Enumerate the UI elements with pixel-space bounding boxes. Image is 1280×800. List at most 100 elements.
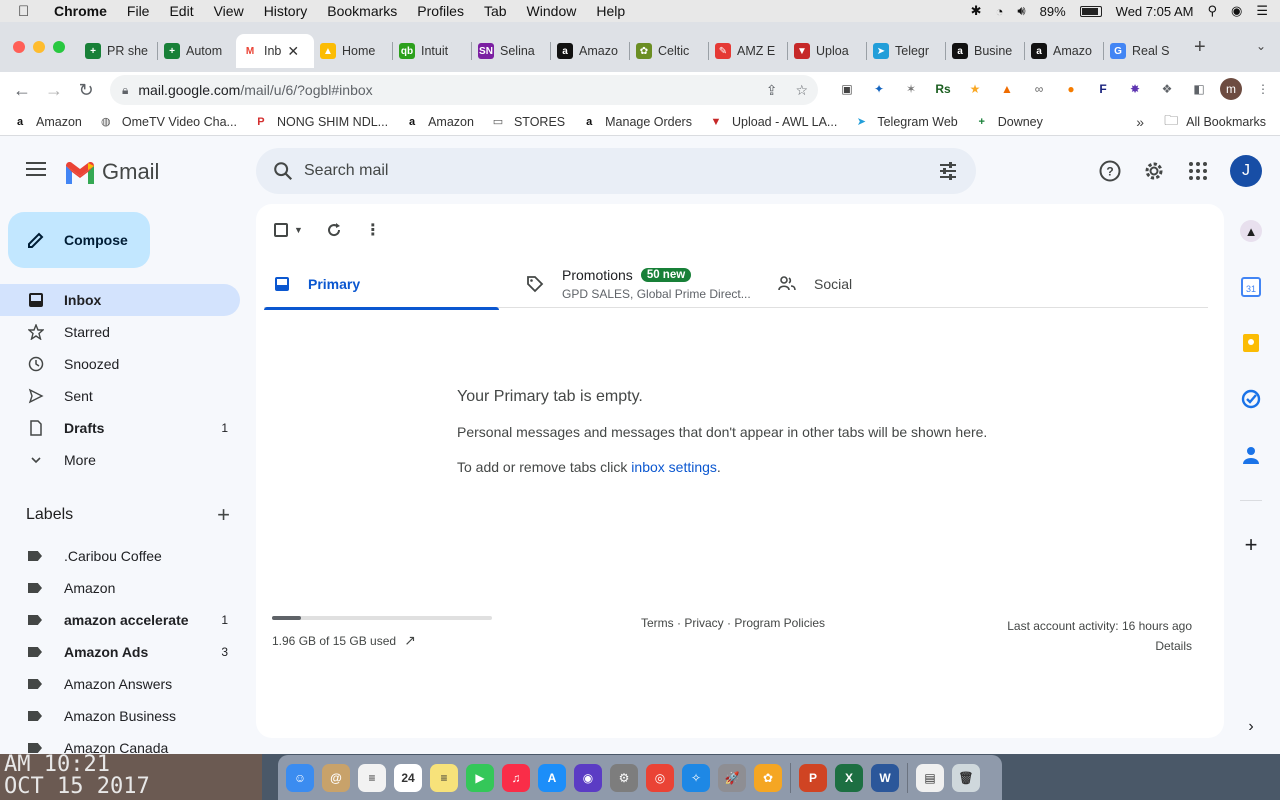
bookmarks-overflow-button[interactable]: » [1136, 114, 1144, 130]
inbox-settings-link[interactable]: inbox settings [631, 459, 717, 475]
more-options-icon[interactable]: ⋮ [365, 220, 381, 240]
all-bookmarks-button[interactable]: 🗀 All Bookmarks [1164, 110, 1266, 134]
new-tab-button[interactable]: + [1194, 36, 1206, 59]
menu-help[interactable]: Help [596, 3, 625, 19]
main-menu-icon[interactable] [26, 162, 46, 180]
dock-app-calendar-icon[interactable]: 24 [394, 763, 422, 792]
dock-app-safari-icon[interactable]: ✧ [682, 763, 710, 792]
bookmark-item[interactable]: ▼ Upload - AWL LA... [708, 114, 838, 130]
reload-button[interactable]: ↻ [70, 80, 102, 101]
account-avatar[interactable]: J [1230, 155, 1262, 187]
menu-window[interactable]: Window [527, 3, 577, 19]
search-options-icon[interactable] [938, 161, 958, 181]
nav-item-snoozed[interactable]: Snoozed [0, 348, 240, 380]
nav-item-more[interactable]: More [0, 444, 240, 476]
nav-item-drafts[interactable]: Drafts 1 [0, 412, 240, 444]
zoom-window-button[interactable] [53, 41, 65, 53]
extension-rs-icon[interactable]: Rs [932, 78, 954, 100]
close-window-button[interactable] [13, 41, 25, 53]
label-item[interactable]: .Caribou Coffee [0, 540, 240, 572]
extension-f-icon[interactable]: F [1092, 78, 1114, 100]
create-label-button[interactable]: + [217, 502, 230, 528]
search-input[interactable]: Search mail [256, 148, 976, 194]
browser-tab[interactable]: ➤ Telegr [867, 34, 945, 68]
settings-gear-icon[interactable] [1142, 159, 1166, 183]
addon-ghost-icon[interactable]: ▲ [1240, 220, 1262, 242]
dock-app-document-icon[interactable]: ▤ [916, 763, 944, 792]
extension-purple-icon[interactable]: ✸ [1124, 78, 1146, 100]
menu-history[interactable]: History [264, 3, 308, 19]
nav-item-sent[interactable]: Sent [0, 380, 240, 412]
browser-tab[interactable]: ▼ Uploa [788, 34, 866, 68]
spotlight-search-icon[interactable]: ⚲ [1207, 3, 1217, 19]
extension-off-icon[interactable]: ▣ [836, 78, 858, 100]
bookmark-star-icon[interactable]: ☆ [795, 82, 808, 99]
battery-icon[interactable] [1079, 5, 1102, 17]
refresh-icon[interactable] [325, 221, 343, 239]
tab-close-icon[interactable]: ✕ [287, 43, 299, 60]
google-apps-icon[interactable] [1186, 159, 1210, 183]
dock-app-powerpoint-icon[interactable]: P [799, 763, 827, 792]
volume-icon[interactable]: 🔊︎ [1017, 3, 1025, 19]
dock-app-reminders-icon[interactable]: ≡ [358, 763, 386, 792]
back-button[interactable]: ← [6, 80, 38, 101]
nav-item-inbox[interactable]: Inbox [0, 284, 240, 316]
dock-app-app-store-icon[interactable]: A [538, 763, 566, 792]
apple-menu-icon[interactable]:  [18, 3, 36, 20]
bookmark-item[interactable]: a Amazon [12, 114, 82, 130]
browser-tab[interactable]: SN Selina [472, 34, 550, 68]
side-panel-icon[interactable]: ◧ [1188, 78, 1210, 100]
chrome-menu-icon[interactable]: ⋮ [1252, 78, 1274, 100]
caret-down-icon[interactable]: ▼ [294, 225, 303, 235]
minimize-window-button[interactable] [33, 41, 45, 53]
tab-social[interactable]: Social [778, 260, 978, 308]
extension-chart-icon[interactable]: ★ [964, 78, 986, 100]
label-item[interactable]: amazon accelerate 1 [0, 604, 240, 636]
tab-search-chevron-icon[interactable]: ⌄ [1256, 39, 1266, 53]
search-icon[interactable] [272, 160, 294, 182]
bookmark-item[interactable]: ▭ STORES [490, 114, 565, 130]
menu-profiles[interactable]: Profiles [417, 3, 464, 19]
browser-tab[interactable]: ✿ Celtic [630, 34, 708, 68]
dock-app-siri-icon[interactable]: ◉ [574, 763, 602, 792]
get-addons-plus-icon[interactable]: + [1240, 532, 1262, 557]
extension-blue-icon[interactable]: ✦ [868, 78, 890, 100]
bookmark-item[interactable]: ➤ Telegram Web [853, 114, 958, 130]
browser-tab[interactable]: + Autom [158, 34, 236, 68]
browser-tab[interactable]: + PR she [79, 34, 157, 68]
dock-app-facetime-icon[interactable]: ▶ [466, 763, 494, 792]
extension-grey-icon[interactable]: ✶ [900, 78, 922, 100]
dock-app-word-icon[interactable]: W [871, 763, 899, 792]
dock-app-chrome-icon[interactable]: ◎ [646, 763, 674, 792]
browser-tab[interactable]: ✎ AMZ E [709, 34, 787, 68]
tasks-icon[interactable] [1240, 388, 1262, 410]
bookmark-item[interactable]: a Manage Orders [581, 114, 692, 130]
menu-edit[interactable]: Edit [169, 3, 193, 19]
browser-tab[interactable]: M Inb ✕ [236, 34, 314, 68]
footer-links[interactable]: Terms · Privacy · Program Policies [641, 616, 825, 630]
extensions-puzzle-icon[interactable]: ❖ [1156, 78, 1178, 100]
select-all-checkbox[interactable]: ▼ [274, 223, 303, 237]
gmail-logo[interactable]: Gmail [64, 159, 159, 185]
lock-icon[interactable]: 🔒︎ [122, 83, 128, 98]
external-link-icon[interactable]: ↗ [404, 632, 416, 649]
forward-button[interactable]: → [38, 80, 70, 101]
wifi-icon[interactable]: ◔ [996, 4, 1004, 19]
compose-button[interactable]: Compose [8, 212, 150, 268]
menu-app-chrome[interactable]: Chrome [54, 3, 107, 19]
dock-app-trash-icon[interactable]: 🗑 [952, 763, 980, 792]
menu-view[interactable]: View [214, 3, 244, 19]
menu-clock[interactable]: Wed 7:05 AM [1116, 4, 1194, 19]
bookmark-item[interactable]: P NONG SHIM NDL... [253, 114, 388, 130]
contacts-icon[interactable] [1240, 444, 1262, 466]
siri-icon[interactable]: ◉ [1231, 3, 1242, 19]
browser-tab[interactable]: G Real S [1104, 34, 1182, 68]
label-item[interactable]: Amazon [0, 572, 240, 604]
browser-tab[interactable]: a Amazo [1025, 34, 1103, 68]
nav-item-starred[interactable]: Starred [0, 316, 240, 348]
bookmark-item[interactable]: + Downey [974, 114, 1043, 130]
control-center-icon[interactable]: ☰ [1256, 3, 1268, 19]
browser-tab[interactable]: a Amazo [551, 34, 629, 68]
dock-app-finder-icon[interactable]: ☺ [286, 763, 314, 792]
keep-icon[interactable] [1240, 332, 1262, 354]
